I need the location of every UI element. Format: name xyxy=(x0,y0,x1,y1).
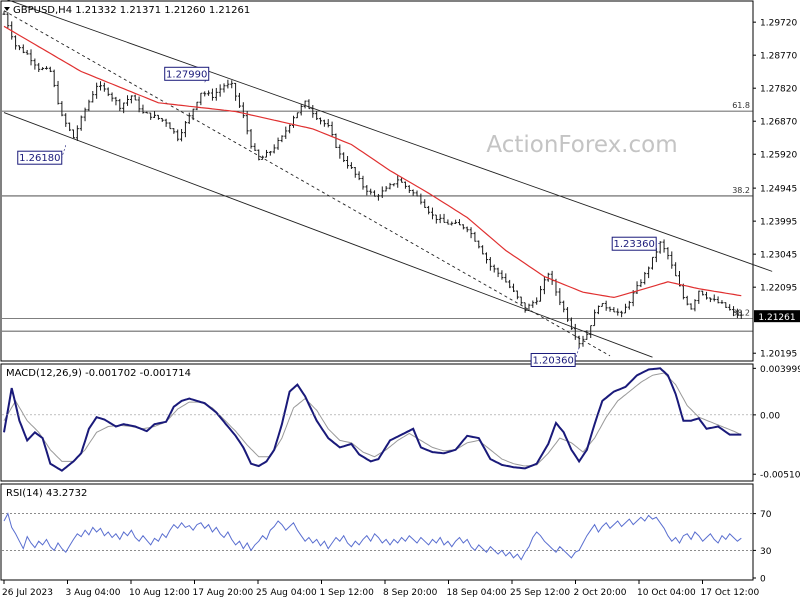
gbpusd-chart: ActionForex.com 61.838.238.2 1.279901.26… xyxy=(0,0,800,600)
watermark: ActionForex.com xyxy=(486,132,677,158)
rsi-tick-label: 0 xyxy=(760,575,766,585)
time-tick-label: 10 Oct 04:00 xyxy=(637,588,696,598)
price-panel-title: GBPUSD,H4 1.21332 1.21371 1.21260 1.2126… xyxy=(13,5,250,16)
time-tick-label: 1 Sep 12:00 xyxy=(320,588,375,598)
time-tick-label: 10 Aug 12:00 xyxy=(129,588,190,598)
time-tick-label: 26 Jul 2023 xyxy=(2,588,53,598)
time-tick-label: 25 Aug 04:00 xyxy=(256,588,317,598)
rsi-tick-label: 30 xyxy=(760,547,772,557)
price-tick-label: 1.23045 xyxy=(760,251,797,261)
time-tick-label: 2 Oct 20:00 xyxy=(574,588,627,598)
price-tick-label: 1.22095 xyxy=(760,284,797,294)
macd-tick-label: 0.003999 xyxy=(760,365,800,375)
time-tick-label: 3 Aug 04:00 xyxy=(66,588,121,598)
time-tick-label: 8 Sep 20:00 xyxy=(383,588,438,598)
time-tick-label: 18 Sep 04:00 xyxy=(447,588,507,598)
price-tick-label: 1.28770 xyxy=(760,52,797,62)
chart-root: ActionForex.com 61.838.238.2 1.279901.26… xyxy=(0,0,800,600)
time-tick-label: 25 Sep 12:00 xyxy=(510,588,570,598)
callout-label: 1.27990 xyxy=(166,69,207,80)
rsi-panel-title: RSI(14) 43.2732 xyxy=(6,488,87,499)
price-tick-label: 1.27820 xyxy=(760,85,797,95)
callout-label: 1.23360 xyxy=(614,239,655,250)
price-tick-label: 1.20195 xyxy=(760,350,797,360)
price-tick-label: 1.29720 xyxy=(760,19,797,29)
time-tick-label: 17 Oct 12:00 xyxy=(701,588,760,598)
macd-panel-title: MACD(12,26,9) -0.001702 -0.001714 xyxy=(6,368,191,379)
price-tick-label: 1.26870 xyxy=(760,118,797,128)
fib-label: 38.2 xyxy=(732,186,750,195)
price-tick-label: 1.23995 xyxy=(760,218,797,228)
callout-label: 1.20360 xyxy=(532,355,573,366)
time-tick-label: 17 Aug 20:00 xyxy=(193,588,254,598)
macd-tick-label: -0.005103 xyxy=(760,471,800,481)
price-tick-label: 1.24945 xyxy=(760,185,797,195)
fib-label: 61.8 xyxy=(732,101,750,110)
macd-tick-label: 0.00 xyxy=(760,411,780,421)
price-panel-header: GBPUSD,H4 1.21332 1.21371 1.21260 1.2126… xyxy=(4,5,250,16)
current-price-label: 1.21261 xyxy=(758,313,795,323)
price-tick-label: 1.25920 xyxy=(760,151,797,161)
rsi-tick-label: 70 xyxy=(760,510,772,520)
callout-label: 1.26180 xyxy=(19,153,60,164)
